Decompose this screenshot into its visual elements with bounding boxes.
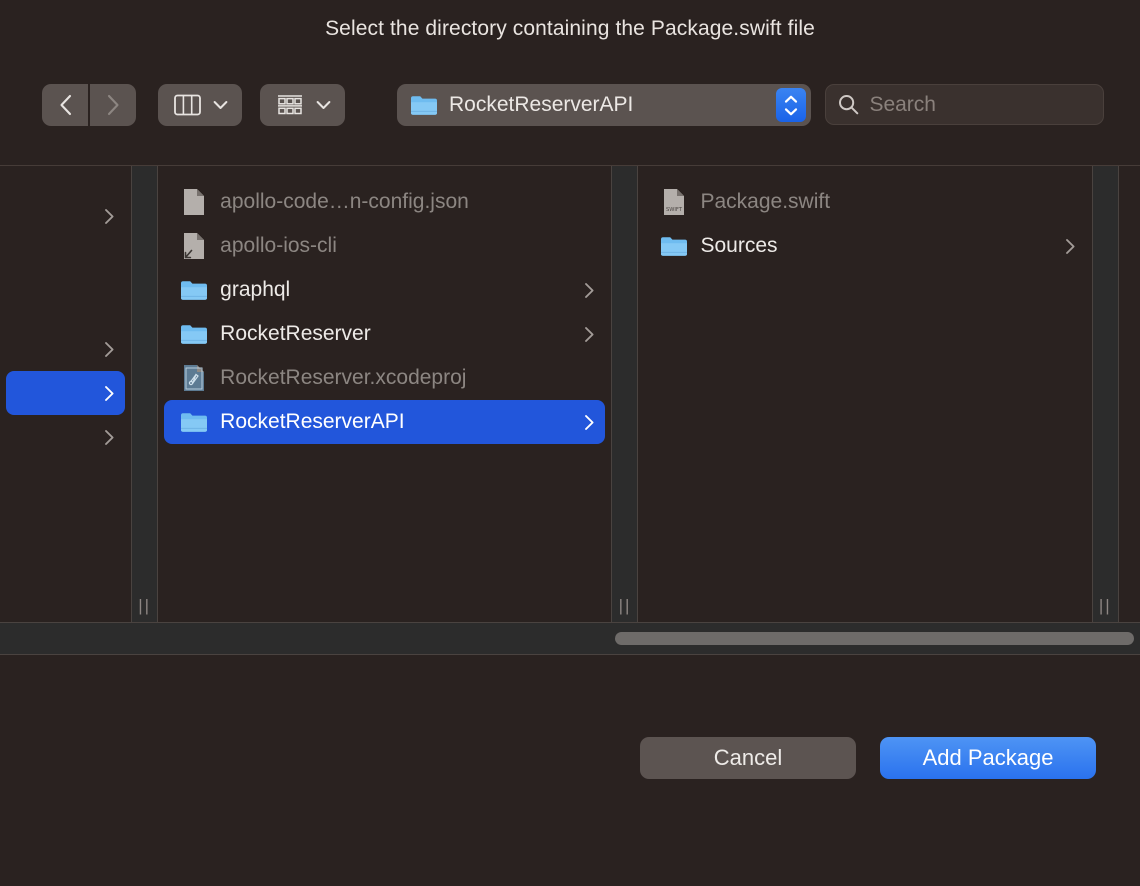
folder-icon [180,279,208,302]
chevron-right-icon [101,208,115,225]
column-divider[interactable]: || [131,166,158,622]
list-item[interactable] [6,415,125,459]
folder-icon [180,411,208,434]
search-field[interactable]: Search [825,84,1104,125]
column-contents[interactable]: SWIFT Package.swift Sources [638,166,1091,622]
column-browser: || apollo-code…n-config.json [0,166,1140,622]
chevron-right-icon [581,326,595,343]
list-item[interactable]: RocketReserver [164,312,605,356]
chevron-right-icon [1062,238,1076,255]
list-item[interactable]: graphql [164,268,605,312]
list-item[interactable]: RocketReserver.xcodeproj [164,356,605,400]
list-item-label: RocketReserverAPI [220,410,581,434]
add-package-button[interactable]: Add Package [880,737,1096,779]
column-ancestors[interactable] [0,166,131,622]
list-item-label: RocketReserver [220,322,581,346]
chevron-right-icon [581,414,595,431]
column-view-icon [174,94,201,116]
group-items-button[interactable] [260,84,345,126]
search-input[interactable]: Search [869,93,936,117]
list-item[interactable]: apollo-ios-cli [164,224,605,268]
list-item[interactable]: apollo-code…n-config.json [164,180,605,224]
list-item-label: Package.swift [700,190,1075,214]
path-popup-label: RocketReserverAPI [449,93,776,117]
column-parent[interactable]: apollo-code…n-config.json apollo-ios-cli [158,166,611,622]
list-item[interactable]: Sources [644,224,1085,268]
swift-file-icon: SWIFT [660,188,688,216]
list-item-label: apollo-code…n-config.json [220,190,595,214]
chevron-left-icon [59,94,72,116]
column-resize-grip[interactable]: || [612,597,637,614]
list-item[interactable]: SWIFT Package.swift [644,180,1085,224]
view-mode-button[interactable] [158,84,242,126]
open-panel-dialog: Select the directory containing the Pack… [0,0,1140,886]
path-popup-button[interactable]: RocketReserverAPI [397,84,811,126]
folder-icon [180,323,208,346]
dialog-titlebar: Select the directory containing the Pack… [0,0,1140,58]
chevron-right-icon [101,385,115,402]
alias-icon [180,232,208,260]
dialog-title: Select the directory containing the Pack… [325,17,815,41]
list-item-label: apollo-ios-cli [220,234,595,258]
folder-icon [660,235,688,258]
horizontal-scrollbar-thumb[interactable] [615,632,1134,645]
svg-text:SWIFT: SWIFT [666,207,683,213]
list-item[interactable] [6,194,125,238]
list-item[interactable] [6,327,125,371]
chevron-right-icon [107,94,120,116]
toolbar: RocketReserverAPI Search [0,58,1140,165]
stepper-up-down-icon[interactable] [776,88,806,122]
chevron-right-icon [101,429,115,446]
back-button[interactable] [42,84,88,126]
horizontal-scrollbar[interactable] [0,622,1140,655]
forward-button[interactable] [90,84,136,126]
column-trailing[interactable] [1119,166,1140,622]
folder-icon [410,94,438,117]
list-item-label: Sources [700,234,1061,258]
list-item-selected[interactable] [6,371,125,415]
dialog-footer: Cancel Add Package [0,655,1140,886]
column-resize-grip[interactable]: || [1093,597,1118,614]
column-divider[interactable]: || [611,166,638,622]
chevron-down-icon [316,100,331,110]
list-item-selected[interactable]: RocketReserverAPI [164,400,605,444]
search-icon [838,94,859,115]
document-icon [180,188,208,216]
cancel-button[interactable]: Cancel [640,737,856,779]
group-items-icon [276,94,304,116]
chevron-right-icon [101,341,115,358]
list-item-label: graphql [220,278,581,302]
xcodeproj-icon [180,364,208,392]
column-resize-grip[interactable]: || [132,597,157,614]
navigation-segmented-control [42,84,136,126]
list-item-label: RocketReserver.xcodeproj [220,366,595,390]
chevron-down-icon [213,100,228,110]
chevron-right-icon [581,282,595,299]
column-divider[interactable]: || [1092,166,1119,622]
